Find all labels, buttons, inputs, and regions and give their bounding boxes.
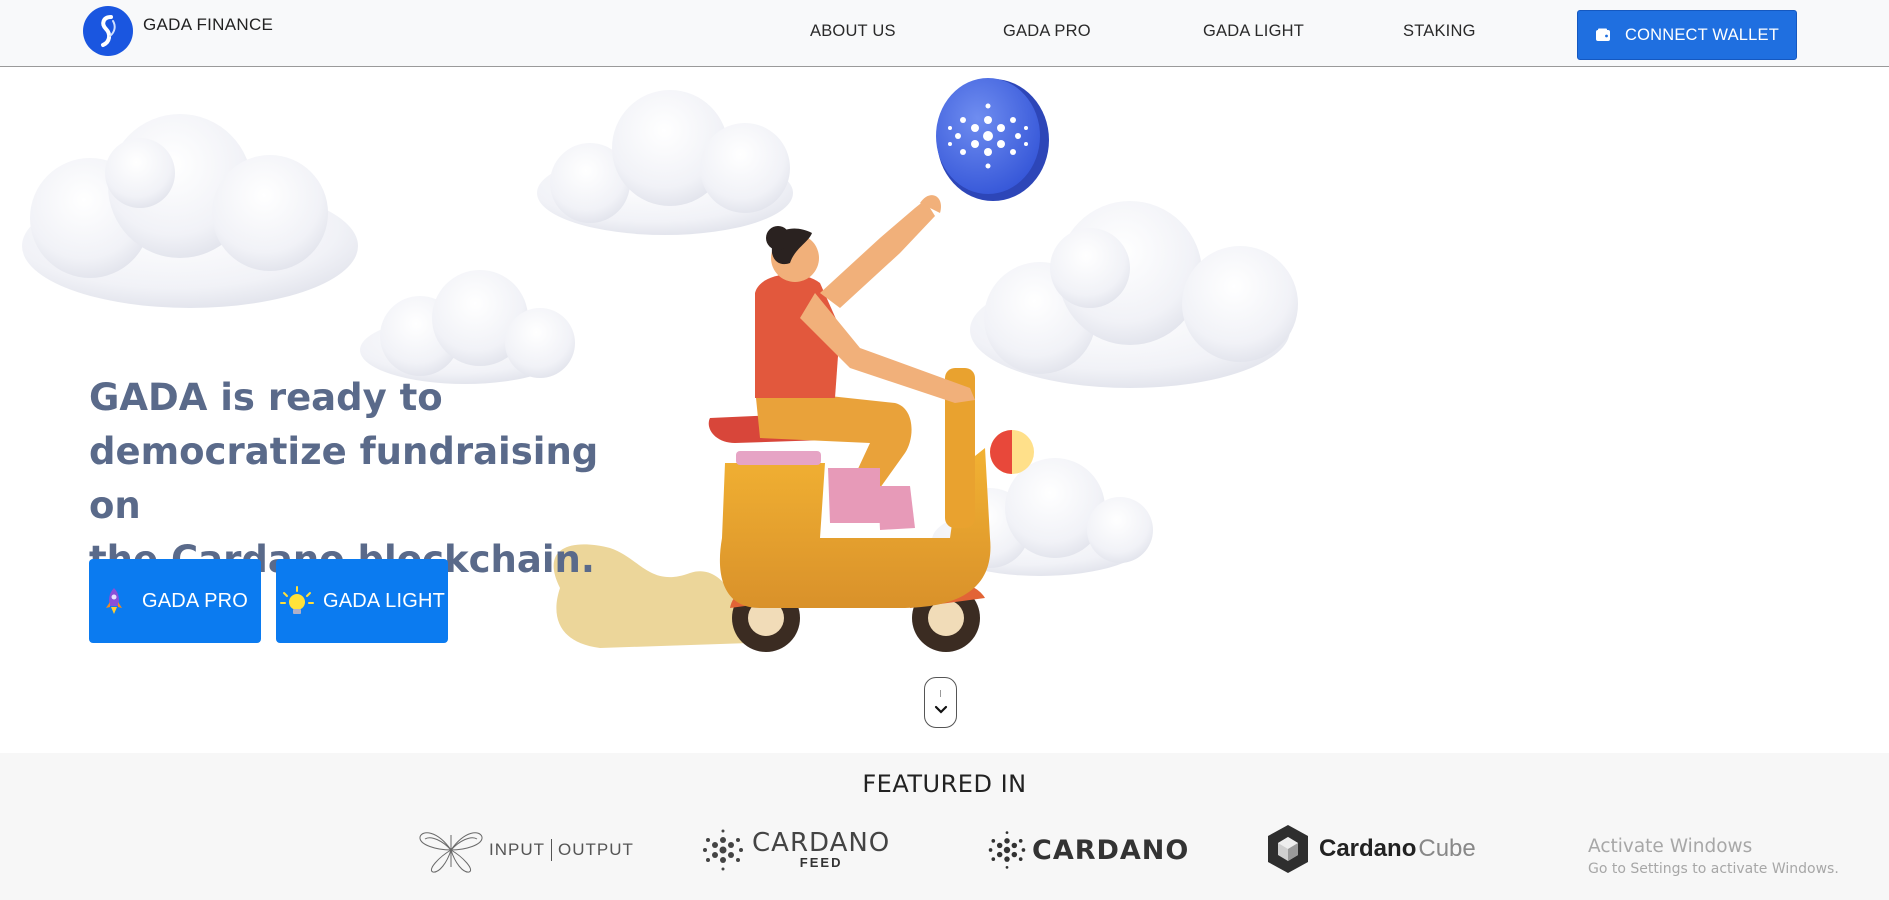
cardano-cube-text-light: Cube: [1418, 835, 1476, 862]
nav-gada-pro[interactable]: GADA PRO: [1003, 22, 1091, 41]
activate-windows-subtitle: Go to Settings to activate Windows.: [1588, 861, 1839, 877]
lightbulb-icon: [279, 585, 315, 617]
connect-wallet-label: CONNECT WALLET: [1624, 25, 1780, 44]
nav-about-us[interactable]: ABOUT US: [810, 22, 896, 41]
gada-light-label: GADA LIGHT: [322, 589, 446, 612]
cloud-mid-left: [360, 270, 575, 384]
input-output-text-right: OUTPUT: [558, 840, 634, 859]
logo-cardano[interactable]: CARDANO: [986, 829, 1189, 871]
cardano-coin: [936, 78, 1049, 201]
scroll-wheel-dot: [940, 690, 941, 697]
cardano-feed-text: CARDANO: [752, 828, 891, 858]
input-output-text-left: INPUT: [489, 840, 545, 859]
cardano-cube-icon: [1268, 825, 1308, 873]
hero-heading-line-2: democratize fundraising on: [89, 430, 599, 527]
input-output-divider: [551, 839, 552, 861]
connect-wallet-button[interactable]: CONNECT WALLET: [1577, 10, 1797, 60]
cardano-icon: [988, 831, 1026, 869]
activate-windows-watermark: Activate Windows Go to Settings to activ…: [1588, 836, 1839, 877]
featured-title: FEATURED IN: [862, 770, 1027, 798]
cardano-feed-subtext: FEED: [799, 855, 843, 870]
gada-logo-icon: [83, 6, 133, 56]
chevron-down-icon: [934, 702, 948, 720]
nav-staking[interactable]: STAKING: [1403, 22, 1476, 41]
nav-gada-light[interactable]: GADA LIGHT: [1203, 22, 1304, 41]
hero-heading-line-1: GADA is ready to: [89, 376, 443, 419]
cardano-feed-icon: [703, 829, 743, 871]
cloud-top: [537, 90, 793, 235]
cloud-left: [22, 114, 358, 308]
logo-cardano-cube[interactable]: Cardano Cube: [1265, 823, 1476, 875]
gada-pro-button[interactable]: GADA PRO: [89, 559, 261, 643]
rider: [755, 195, 975, 530]
input-output-butterfly-icon: [419, 832, 483, 873]
featured-section: FEATURED IN INPUT OUTPUT CARDANO FEED CA…: [0, 753, 1889, 900]
logo-cardano-feed[interactable]: CARDANO FEED: [700, 827, 890, 873]
logo-input-output[interactable]: INPUT OUTPUT: [417, 825, 634, 875]
brand-logo[interactable]: GADA FINANCE: [83, 6, 273, 56]
wallet-icon: [1595, 28, 1611, 42]
gada-pro-label: GADA PRO: [141, 589, 249, 612]
cardano-cube-text-bold: Cardano: [1319, 835, 1417, 862]
gada-light-button[interactable]: GADA LIGHT: [276, 559, 448, 643]
cloud-bottom: [932, 458, 1153, 576]
navbar: GADA FINANCE ABOUT US GADA PRO GADA LIGH…: [0, 0, 1889, 67]
cardano-text: CARDANO: [1032, 834, 1190, 866]
cloud-right: [970, 201, 1298, 388]
scroll-down-indicator[interactable]: [924, 677, 957, 728]
hero-heading: GADA is ready to democratize fundraising…: [89, 371, 649, 587]
scooter: [708, 368, 1034, 652]
rocket-icon: [102, 587, 126, 615]
brand-name: GADA FINANCE: [143, 15, 274, 34]
activate-windows-title: Activate Windows: [1588, 836, 1753, 857]
